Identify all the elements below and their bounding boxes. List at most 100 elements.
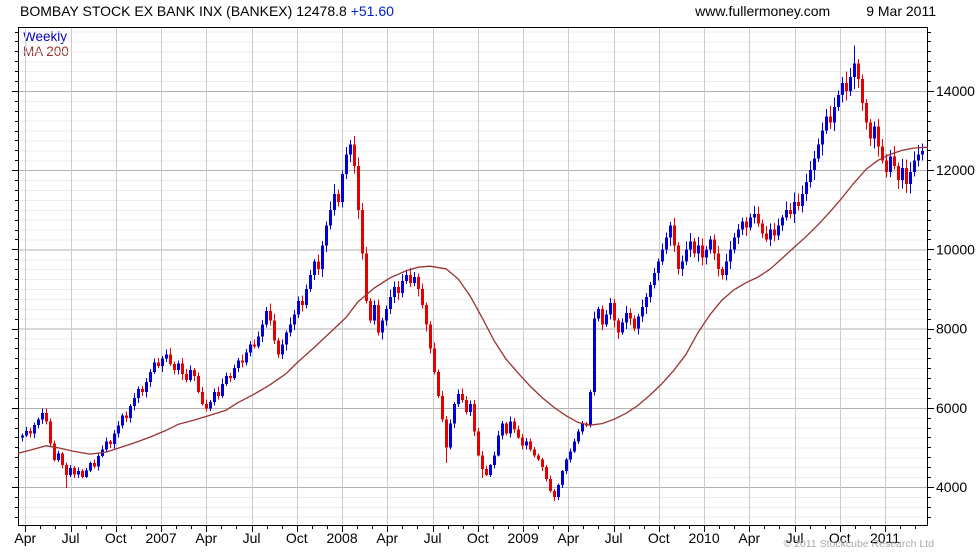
candle bbox=[445, 419, 448, 448]
candle bbox=[737, 229, 740, 238]
candle bbox=[677, 245, 680, 270]
candle bbox=[149, 372, 152, 383]
candle bbox=[417, 277, 420, 289]
candle bbox=[441, 395, 444, 420]
candle bbox=[877, 126, 880, 147]
candle bbox=[429, 324, 432, 349]
candle bbox=[705, 249, 708, 258]
candle bbox=[501, 423, 504, 436]
candle bbox=[829, 116, 832, 123]
x-axis-labels: Apr Jul Oct 2007 Apr Jul Oct 2008 Apr Jul Oct 2009 A… bbox=[14, 530, 900, 546]
candle bbox=[393, 287, 396, 297]
candle bbox=[461, 393, 464, 400]
candle bbox=[369, 300, 372, 321]
candle bbox=[193, 370, 196, 377]
candle bbox=[237, 360, 240, 369]
candle bbox=[389, 296, 392, 309]
candle bbox=[717, 253, 720, 270]
candle bbox=[449, 423, 452, 448]
candle bbox=[549, 479, 552, 491]
candle bbox=[233, 368, 236, 379]
x-axis-label: Apr bbox=[557, 530, 579, 546]
candle bbox=[573, 441, 576, 452]
candle bbox=[869, 122, 872, 139]
candle bbox=[141, 388, 144, 392]
candle bbox=[637, 316, 640, 329]
candle bbox=[897, 166, 900, 181]
x-axis-label: Jul bbox=[62, 530, 80, 546]
candle bbox=[657, 261, 660, 274]
candle bbox=[53, 443, 56, 461]
candle bbox=[273, 320, 276, 341]
candle bbox=[321, 245, 324, 270]
candle bbox=[269, 310, 272, 321]
candle bbox=[509, 421, 512, 434]
candle bbox=[581, 423, 584, 432]
candles bbox=[21, 45, 924, 501]
candle bbox=[505, 423, 508, 434]
candle bbox=[545, 467, 548, 480]
candle bbox=[29, 430, 32, 434]
candle bbox=[217, 391, 220, 396]
candle bbox=[73, 467, 76, 475]
candle bbox=[673, 225, 676, 246]
candle bbox=[661, 249, 664, 262]
candle bbox=[69, 467, 72, 476]
candle bbox=[109, 441, 112, 445]
candle bbox=[849, 77, 852, 91]
candle bbox=[645, 296, 648, 307]
candle bbox=[225, 376, 228, 385]
candle bbox=[413, 277, 416, 284]
candle bbox=[309, 275, 312, 289]
candle bbox=[261, 324, 264, 337]
candle bbox=[465, 399, 468, 412]
candle bbox=[785, 209, 788, 218]
x-axis-label: 2007 bbox=[145, 530, 176, 546]
copyright-notice: © 2011 Stockcube Research Ltd bbox=[783, 538, 934, 550]
candle bbox=[725, 261, 728, 276]
candle bbox=[761, 223, 764, 234]
grid-minor bbox=[18, 31, 928, 518]
candle bbox=[749, 217, 752, 228]
candle bbox=[49, 421, 52, 444]
candle bbox=[481, 455, 484, 470]
candle bbox=[289, 324, 292, 333]
candle bbox=[357, 166, 360, 210]
candle bbox=[713, 239, 716, 254]
candle bbox=[821, 130, 824, 145]
x-axis-label: Jul bbox=[424, 530, 442, 546]
candle bbox=[521, 437, 524, 446]
candle bbox=[301, 300, 304, 305]
candle bbox=[745, 221, 748, 228]
candle bbox=[45, 412, 48, 422]
candle bbox=[513, 421, 516, 430]
candle bbox=[241, 360, 244, 363]
candle bbox=[213, 391, 216, 402]
candle bbox=[129, 405, 132, 419]
candle bbox=[345, 154, 348, 175]
candle bbox=[553, 490, 556, 497]
candle bbox=[709, 239, 712, 250]
candle bbox=[525, 441, 528, 446]
candle bbox=[437, 372, 440, 396]
candle bbox=[669, 225, 672, 238]
y-axis-label: 10000 bbox=[936, 241, 975, 257]
candle bbox=[133, 397, 136, 406]
candle bbox=[409, 275, 412, 284]
y-axis-label: 8000 bbox=[936, 321, 967, 337]
candle bbox=[597, 308, 600, 319]
candle bbox=[865, 102, 868, 123]
x-axis-label: Oct bbox=[105, 530, 127, 546]
candle bbox=[601, 308, 604, 325]
candle bbox=[41, 412, 44, 420]
x-axis-label: 2009 bbox=[507, 530, 538, 546]
candle bbox=[205, 403, 208, 409]
candle bbox=[569, 451, 572, 460]
candle bbox=[121, 415, 124, 426]
candle bbox=[89, 463, 92, 471]
candle bbox=[837, 94, 840, 107]
candle bbox=[841, 83, 844, 95]
chart-window: BOMBAY STOCK EX BANK INX (BANKEX) 12478.… bbox=[0, 0, 980, 560]
candle bbox=[253, 344, 256, 347]
candle bbox=[789, 209, 792, 214]
